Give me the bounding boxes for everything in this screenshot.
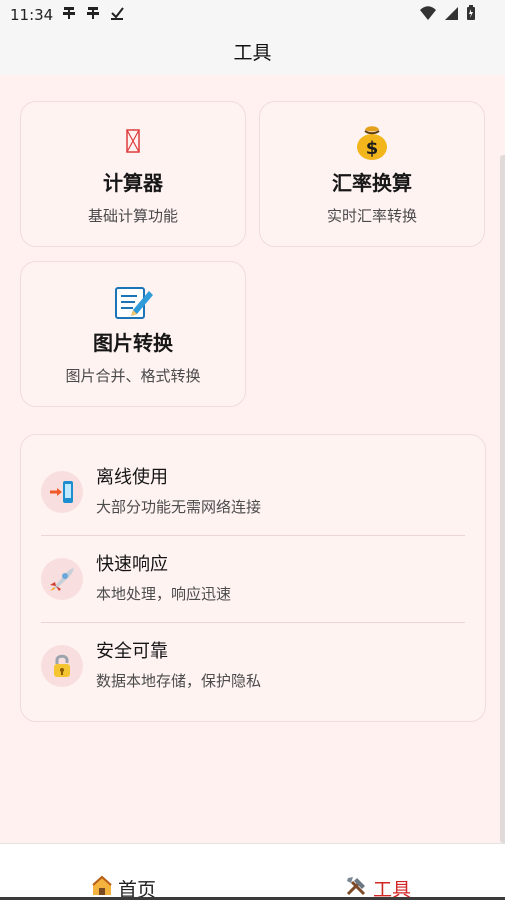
page-title: 工具 — [233, 42, 272, 64]
image-convert-description: 图片合并、格式转换 — [65, 367, 201, 385]
feature-security-title: 安全可靠 — [96, 641, 168, 662]
calculator-card[interactable]: 计算器 基础计算功能 — [20, 101, 246, 247]
calculator-icon — [21, 120, 245, 162]
lock-icon — [41, 645, 83, 687]
feature-security-description: 数据本地存储，保护隐私 — [96, 672, 262, 690]
feature-speed-row: 快速响应 本地处理，响应迅速 — [41, 535, 465, 622]
calculator-title: 计算器 — [103, 171, 163, 195]
feature-offline-row: 离线使用 大部分功能无需网络连接 — [41, 449, 465, 535]
mobile-arrow-icon — [41, 471, 83, 513]
memo-pencil-icon — [21, 280, 245, 322]
vertical-scrollbar[interactable] — [500, 155, 505, 843]
feature-offline-title: 离线使用 — [96, 467, 168, 488]
feature-security-row: 安全可靠 数据本地存储，保护隐私 — [41, 622, 465, 709]
feature-list-card: 离线使用 大部分功能无需网络连接 快速响应 本地处理，响应迅速 安全可靠 数据本… — [20, 434, 486, 722]
notification-icon — [85, 5, 101, 25]
currency-exchange-card[interactable]: $ 汇率换算 实时汇率转换 — [259, 101, 485, 247]
feature-speed-title: 快速响应 — [96, 554, 168, 575]
battery-icon — [465, 4, 477, 26]
status-time: 11:34 — [10, 6, 54, 24]
currency-exchange-title: 汇率换算 — [332, 171, 412, 195]
page-header: 工具 — [0, 28, 505, 75]
wifi-icon — [419, 5, 437, 25]
rocket-icon — [41, 558, 83, 600]
notification-icon — [61, 5, 77, 25]
tools-content: 计算器 基础计算功能 $ 汇率换算 实时汇率转换 图片转换 图片合并、格式转换 … — [0, 75, 505, 843]
signal-icon — [443, 5, 459, 25]
image-convert-card[interactable]: 图片转换 图片合并、格式转换 — [20, 261, 246, 407]
image-convert-title: 图片转换 — [93, 331, 173, 355]
bottom-navigation: 首页 工具 — [0, 843, 505, 900]
feature-speed-description: 本地处理，响应迅速 — [96, 585, 232, 603]
svg-text:$: $ — [366, 138, 379, 159]
tools-screen: 11:34 工具 计算器 基础计算功能 $ 汇率换算 实时汇率转换 图片转换 图… — [0, 0, 505, 900]
calculator-description: 基础计算功能 — [87, 207, 178, 225]
money-bag-icon: $ — [260, 120, 484, 162]
status-left: 11:34 — [10, 5, 125, 25]
status-bar: 11:34 — [0, 0, 505, 28]
currency-exchange-description: 实时汇率转换 — [326, 207, 417, 225]
status-right — [419, 4, 477, 26]
download-done-icon — [109, 5, 125, 25]
feature-offline-description: 大部分功能无需网络连接 — [96, 498, 262, 516]
